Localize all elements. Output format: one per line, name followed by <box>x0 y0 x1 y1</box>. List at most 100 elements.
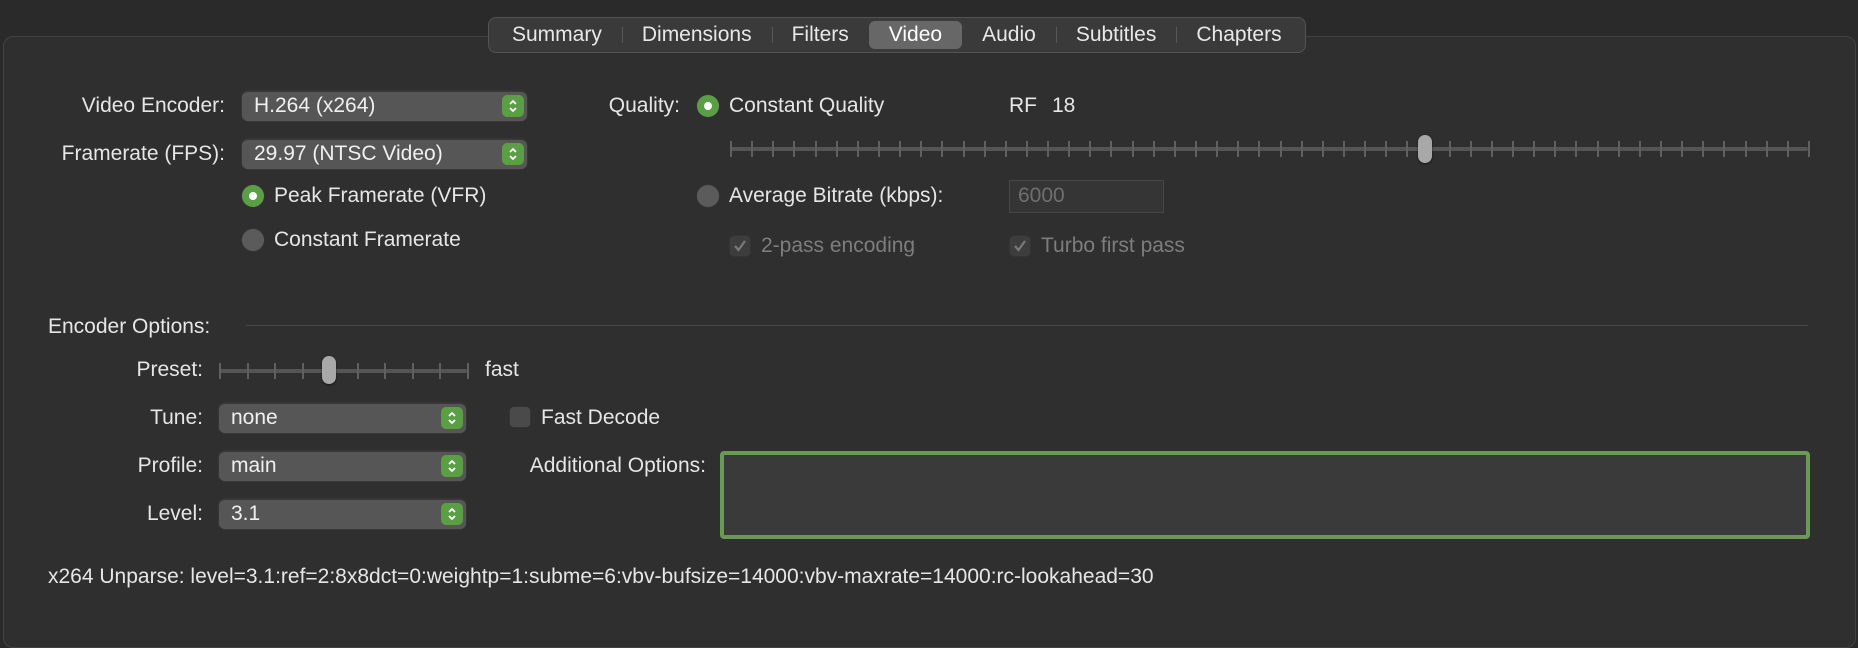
chevron-up-down-icon <box>502 95 524 117</box>
preset-slider-track[interactable] <box>219 369 467 373</box>
slider-tick <box>962 141 965 157</box>
slider-tick <box>1195 141 1198 157</box>
profile-value: main <box>231 454 277 477</box>
level-value: 3.1 <box>231 502 261 525</box>
average-bitrate-label: Average Bitrate (kbps): <box>729 184 944 207</box>
slider-tick <box>1469 141 1472 157</box>
slider-tick <box>877 141 880 157</box>
slider-tick <box>1047 141 1050 157</box>
slider-tick <box>793 141 796 157</box>
slider-tick <box>1110 141 1113 157</box>
tab-summary[interactable]: Summary <box>492 21 622 49</box>
slider-tick <box>1554 141 1557 157</box>
constant-quality-label: Constant Quality <box>729 94 885 117</box>
tab-chapters[interactable]: Chapters <box>1176 21 1301 49</box>
slider-tick <box>1364 141 1367 157</box>
slider-tick <box>384 363 387 379</box>
turbo-first-pass-label: Turbo first pass <box>1041 234 1185 257</box>
slider-tick <box>772 141 775 157</box>
slider-tick <box>751 141 754 157</box>
slider-tick <box>1152 141 1155 157</box>
rf-slider-knob[interactable] <box>1418 135 1433 163</box>
slider-tick <box>899 141 902 157</box>
slider-tick <box>1004 141 1007 157</box>
bitrate-field[interactable]: 6000 <box>1009 180 1164 213</box>
checkmark-icon <box>1014 240 1026 252</box>
chevron-up-down-icon <box>441 407 463 429</box>
additional-options-label: Additional Options: <box>529 454 706 477</box>
video-settings-panel <box>3 36 1856 648</box>
video-encoder-label: Video Encoder: <box>81 94 225 117</box>
tab-subtitles[interactable]: Subtitles <box>1055 21 1177 49</box>
slider-tick <box>1490 141 1493 157</box>
slider-tick <box>835 141 838 157</box>
slider-tick <box>1617 141 1620 157</box>
slider-tick <box>439 363 442 379</box>
slider-tick <box>1681 141 1684 157</box>
section-divider <box>246 325 1808 326</box>
framerate-popup[interactable]: 29.97 (NTSC Video) <box>242 139 527 169</box>
rf-slider-track[interactable] <box>730 147 1808 151</box>
average-bitrate-radio[interactable] <box>697 185 719 207</box>
slider-tick <box>920 141 923 157</box>
slider-tick <box>219 363 221 379</box>
framerate-label: Framerate (FPS): <box>61 142 225 165</box>
slider-tick <box>1173 141 1176 157</box>
level-label: Level: <box>146 502 203 525</box>
slider-tick <box>246 363 249 379</box>
tab-audio[interactable]: Audio <box>962 21 1056 49</box>
slider-tick <box>1765 141 1768 157</box>
slider-tick <box>1638 141 1641 157</box>
profile-popup[interactable]: main <box>219 451 466 481</box>
slider-tick <box>1660 141 1663 157</box>
tab-filters[interactable]: Filters <box>771 21 869 49</box>
additional-options-field[interactable] <box>720 451 1810 539</box>
profile-label: Profile: <box>137 454 203 477</box>
peak-framerate-radio[interactable] <box>242 185 264 207</box>
turbo-first-pass-checkbox[interactable] <box>1010 236 1030 256</box>
slider-tick <box>1279 141 1282 157</box>
tab-dimensions[interactable]: Dimensions <box>621 21 772 49</box>
two-pass-checkbox[interactable] <box>730 236 750 256</box>
slider-tick <box>983 141 986 157</box>
tune-popup[interactable]: none <box>219 403 466 433</box>
chevron-up-down-icon <box>441 455 463 477</box>
constant-quality-radio[interactable] <box>697 95 719 117</box>
slider-tick <box>814 141 817 157</box>
constant-framerate-label: Constant Framerate <box>274 228 461 251</box>
preset-slider-knob[interactable] <box>322 356 337 384</box>
slider-tick <box>1025 141 1028 157</box>
tab-video[interactable]: Video <box>868 21 963 49</box>
slider-tick <box>1385 141 1388 157</box>
slider-tick <box>1237 141 1240 157</box>
slider-tick <box>1089 141 1092 157</box>
slider-tick <box>1448 141 1451 157</box>
peak-framerate-label: Peak Framerate (VFR) <box>274 184 487 207</box>
slider-tick <box>1131 141 1134 157</box>
video-encoder-popup[interactable]: H.264 (x264) <box>242 91 527 121</box>
slider-tick <box>1258 141 1261 157</box>
slider-tick <box>411 363 414 379</box>
slider-tick <box>1533 141 1536 157</box>
fast-decode-checkbox[interactable] <box>510 407 530 427</box>
framerate-value: 29.97 (NTSC Video) <box>254 142 443 165</box>
slider-tick <box>301 363 304 379</box>
slider-tick <box>274 363 277 379</box>
slider-tick <box>1786 141 1789 157</box>
two-pass-label: 2-pass encoding <box>761 234 916 257</box>
slider-tick <box>356 363 359 379</box>
rf-label: RF <box>1009 94 1037 117</box>
level-popup[interactable]: 3.1 <box>219 499 466 529</box>
fast-decode-label: Fast Decode <box>541 406 661 429</box>
x264-unparse-text: x264 Unparse: level=3.1:ref=2:8x8dct=0:w… <box>48 565 1154 588</box>
checkmark-icon <box>734 240 746 252</box>
slider-tick <box>1512 141 1515 157</box>
slider-tick <box>467 363 469 379</box>
slider-tick <box>1342 141 1345 157</box>
tab-bar: Summary Dimensions Filters Video Audio S… <box>488 17 1306 53</box>
constant-framerate-radio[interactable] <box>242 229 264 251</box>
slider-tick <box>856 141 859 157</box>
slider-tick <box>730 141 732 157</box>
preset-value: fast <box>485 358 519 381</box>
slider-tick <box>1321 141 1324 157</box>
